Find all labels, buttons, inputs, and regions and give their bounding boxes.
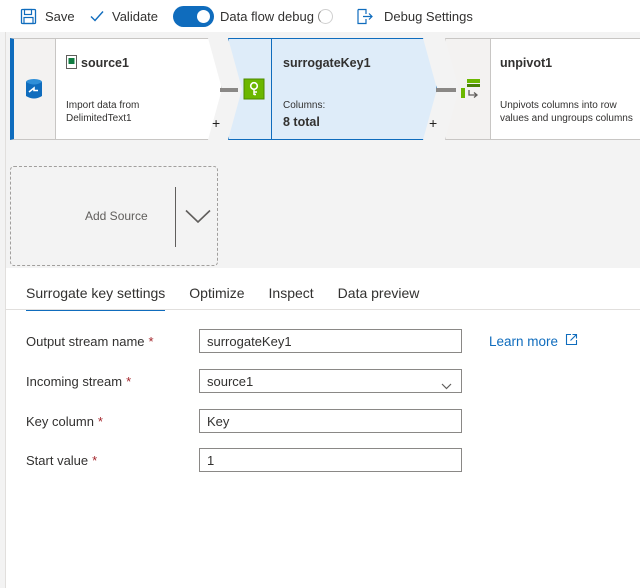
loading-spinner-icon xyxy=(317,8,333,24)
surrogate-key-icon xyxy=(243,78,265,103)
start-value-input[interactable]: 1 xyxy=(199,448,462,472)
unpivot-icon xyxy=(461,79,481,102)
source1-node[interactable]: source1 Import data from DelimitedText1 xyxy=(10,38,222,140)
validate-label: Validate xyxy=(112,8,159,24)
source-file-icon xyxy=(66,55,77,72)
chevron-down-icon xyxy=(441,378,452,393)
output-stream-name-input[interactable]: surrogateKey1 xyxy=(199,329,462,353)
surrogatekey1-description: Columns: 8 total xyxy=(283,100,326,129)
add-transform-button[interactable]: + xyxy=(212,115,220,131)
unpivot1-node[interactable]: unpivot1 Unpivots columns into row value… xyxy=(445,38,640,140)
debug-settings-label: Debug Settings xyxy=(384,8,473,24)
data-flow-debug-toggle[interactable]: Data flow debug xyxy=(173,0,333,32)
source1-description: Import data from DelimitedText1 xyxy=(66,100,140,124)
tab-optimize[interactable]: Optimize xyxy=(189,285,244,311)
surrogatekey1-node[interactable]: surrogateKey1 Columns: 8 total xyxy=(228,38,437,140)
validate-button[interactable]: Validate xyxy=(90,0,158,32)
settings-tabs: Surrogate key settings Optimize Inspect … xyxy=(26,285,443,311)
add-source-label: Add Source xyxy=(85,209,148,223)
key-column-input[interactable]: Key xyxy=(199,409,462,433)
toolbar: Save Validate Data flow debug Debug Sett… xyxy=(0,0,640,32)
tab-surrogate-key-settings[interactable]: Surrogate key settings xyxy=(26,285,166,311)
tabs-divider xyxy=(6,309,640,310)
source1-title: source1 xyxy=(81,56,129,70)
left-panel-edge xyxy=(0,32,6,588)
add-source-button[interactable]: Add Source xyxy=(10,166,218,266)
debug-settings-icon xyxy=(356,8,374,25)
output-stream-name-label: Output stream name * xyxy=(26,334,154,349)
debug-label: Data flow debug xyxy=(220,8,314,24)
save-button[interactable]: Save xyxy=(20,0,75,32)
dataflow-canvas[interactable]: source1 Import data from DelimitedText1 … xyxy=(0,32,640,268)
source-database-icon xyxy=(25,78,43,103)
debug-toggle-switch[interactable] xyxy=(173,5,214,27)
key-column-label: Key column * xyxy=(26,414,103,429)
add-transform-button[interactable]: + xyxy=(429,115,437,131)
checkmark-icon xyxy=(90,10,104,22)
debug-settings-button[interactable]: Debug Settings xyxy=(356,0,473,32)
incoming-stream-label: Incoming stream * xyxy=(26,374,132,389)
start-value-label: Start value * xyxy=(26,453,98,468)
tab-inspect[interactable]: Inspect xyxy=(269,285,314,311)
incoming-stream-select[interactable]: source1 xyxy=(199,369,462,393)
unpivot1-title: unpivot1 xyxy=(500,56,553,70)
surrogatekey1-title: surrogateKey1 xyxy=(283,56,371,70)
learn-more-link[interactable]: Learn more xyxy=(489,333,578,349)
unpivot1-description: Unpivots columns into row values and ung… xyxy=(500,100,633,124)
chevron-down-icon[interactable] xyxy=(185,209,211,227)
save-icon xyxy=(20,8,37,25)
divider xyxy=(175,187,176,247)
save-label: Save xyxy=(45,8,75,24)
tab-data-preview[interactable]: Data preview xyxy=(338,285,420,311)
external-link-icon xyxy=(565,333,578,349)
